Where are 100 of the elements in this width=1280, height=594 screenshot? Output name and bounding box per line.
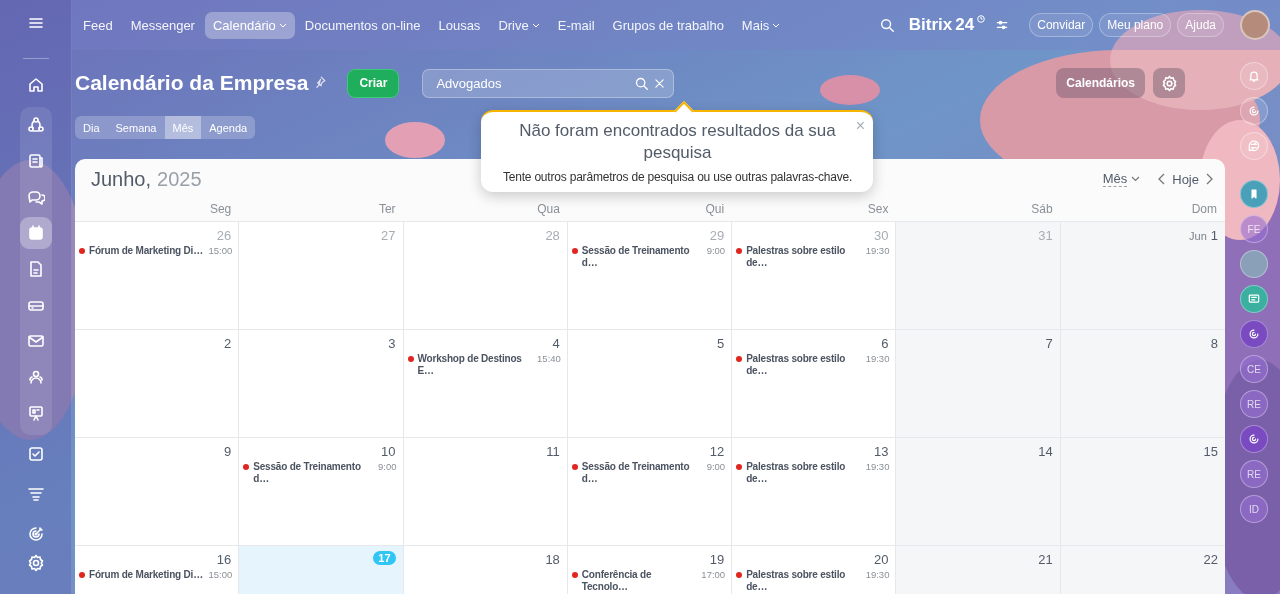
event-title[interactable]: Sessão de Treinamento d… <box>581 245 703 268</box>
avatar-initials[interactable]: CE <box>1240 355 1268 383</box>
nav-tab[interactable]: Lousas <box>430 11 489 39</box>
event-title[interactable]: Palestras sobre estilo de… <box>746 353 862 376</box>
event-dot <box>243 464 250 470</box>
flow-icon <box>26 115 45 134</box>
header-button[interactable]: Convidar <box>1029 13 1094 37</box>
event-dot <box>79 572 85 578</box>
nav-tab[interactable]: E-mail <box>549 11 603 39</box>
sidebar-item[interactable] <box>19 216 52 249</box>
view-tab[interactable]: Semana <box>107 116 165 139</box>
bell-icon[interactable] <box>1247 69 1261 83</box>
event-title[interactable]: Palestras sobre estilo de… <box>746 569 862 592</box>
calendar-icon <box>26 223 45 242</box>
popup-message: Tente outros parâmetros de pesquisa ou use outras palavras-chave. <box>501 170 854 185</box>
day-number: 30 <box>873 228 889 243</box>
event-title[interactable]: Fórum de Marketing Di… <box>89 569 205 581</box>
day-number: 29 <box>709 228 725 243</box>
event-title[interactable]: Sessão de Treinamento d… <box>581 461 703 484</box>
weekday-label: Seg <box>208 201 233 218</box>
page-title: Calendário da Empresa <box>75 71 309 95</box>
calendars-button[interactable]: Calendários <box>1056 68 1145 98</box>
nav-tab[interactable]: Drive <box>490 11 548 39</box>
avatar-initials[interactable]: RE <box>1240 390 1268 418</box>
day-number: 17 <box>373 551 396 565</box>
event-title[interactable]: Sessão de Treinamento d… <box>253 461 375 484</box>
event-dot <box>736 572 743 578</box>
event-title[interactable]: Workshop de Destinos E… <box>417 353 534 376</box>
bookmark-icon[interactable] <box>1248 188 1260 200</box>
clock-icon <box>977 15 986 23</box>
presentation-icon <box>26 403 45 422</box>
settings-icon[interactable] <box>26 554 45 572</box>
event-dot <box>571 248 578 254</box>
event-dot <box>571 572 578 578</box>
nav-tab[interactable]: Documentos on-line <box>296 11 429 39</box>
swirl-icon[interactable] <box>1247 104 1261 118</box>
view-select[interactable]: Mês <box>1102 171 1141 187</box>
create-button[interactable]: Criar <box>347 68 400 98</box>
caret-icon <box>278 22 287 28</box>
event-time: 15:00 <box>208 245 233 256</box>
close-button[interactable]: × <box>855 117 865 135</box>
event-dot <box>571 464 578 470</box>
today-button[interactable]: Hoje <box>1170 171 1201 187</box>
event-title[interactable]: Palestras sobre estilo de… <box>746 245 862 268</box>
nav-tab[interactable]: Calendário <box>204 11 295 39</box>
event-time: 9:00 <box>378 461 397 472</box>
day-number: 11 <box>546 444 560 459</box>
event-time: 19:30 <box>865 569 890 580</box>
day-number: 20 <box>873 552 889 567</box>
nav-tab[interactable]: Messenger <box>122 11 203 39</box>
pin-icon[interactable] <box>314 75 328 88</box>
month-label: Jun <box>1189 229 1207 242</box>
nav-tab[interactable]: Grupos de trabalho <box>604 11 732 39</box>
view-tab[interactable]: Agenda <box>201 116 256 139</box>
day-number: 28 <box>545 228 560 243</box>
header-button[interactable]: Meu plano <box>1099 13 1172 37</box>
month-title: Junho, <box>91 167 152 191</box>
day-number: 1 <box>1210 228 1218 243</box>
swirl-icon[interactable] <box>1247 432 1261 446</box>
event-time: 9:00 <box>706 461 726 472</box>
day-number: 7 <box>1045 336 1053 351</box>
avatar-initials[interactable]: ID <box>1240 495 1268 523</box>
day-number: 26 <box>216 228 232 243</box>
event-title[interactable]: Fórum de Marketing Di… <box>89 245 205 257</box>
day-number: 5 <box>716 336 725 351</box>
next-icon[interactable] <box>1205 173 1213 185</box>
previous-icon[interactable] <box>1158 173 1167 185</box>
event-dot <box>407 356 414 362</box>
event-title[interactable]: Palestras sobre estilo de… <box>746 461 862 484</box>
event-time: 19:30 <box>865 245 890 256</box>
weekday-label: Dom <box>1190 201 1218 218</box>
view-tab[interactable]: Mês <box>164 116 202 139</box>
tasks-icon <box>26 445 45 464</box>
message-icon[interactable] <box>1247 292 1261 306</box>
event-title[interactable]: Conferência de Tecnolo… <box>581 569 698 592</box>
news-icon <box>26 151 45 170</box>
swirl-icon[interactable] <box>1247 327 1261 341</box>
settings-button[interactable] <box>1153 68 1185 98</box>
event-dot <box>736 356 743 362</box>
view-tab[interactable]: Dia <box>75 116 108 139</box>
nav-tab[interactable]: Feed <box>75 11 121 39</box>
avatar-initials[interactable]: FE <box>1240 215 1268 243</box>
avatar-initials[interactable]: RE <box>1240 460 1268 488</box>
sliders-icon[interactable] <box>995 18 1010 32</box>
day-number: 12 <box>709 444 725 459</box>
funnel-icon <box>26 485 45 504</box>
caret-icon <box>531 22 540 28</box>
header-button[interactable]: Ajuda <box>1177 13 1224 37</box>
weekday-label: Ter <box>377 201 397 218</box>
event-dot <box>79 248 85 254</box>
search-icon[interactable] <box>634 75 650 91</box>
day-number: 15 <box>1203 444 1218 459</box>
logo[interactable]: Bitrix 24 <box>908 15 986 35</box>
day-number: 19 <box>709 552 725 567</box>
search-icon[interactable] <box>878 17 895 33</box>
caret-icon <box>1131 176 1141 182</box>
clear-icon[interactable] <box>653 76 667 90</box>
day-number: 31 <box>1038 228 1053 243</box>
nav-tab[interactable]: Mais <box>733 11 789 39</box>
weekday-label: Sex <box>866 201 890 218</box>
